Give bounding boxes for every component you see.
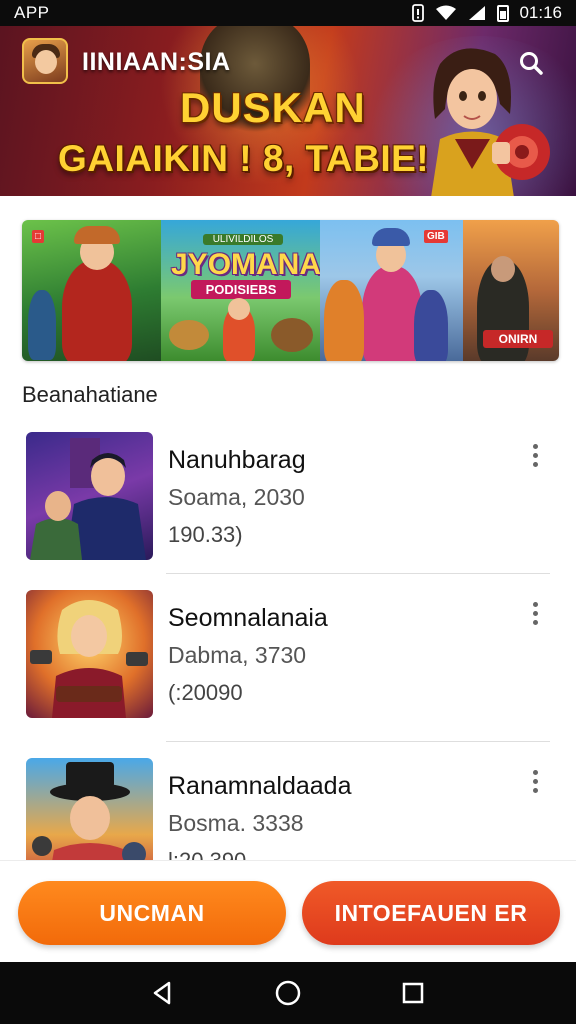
more-vertical-icon[interactable] [524,598,546,628]
featured-carousel[interactable]: □ ULIVILDILOS JYOMANA PODISIEBS GIB ONIR… [22,220,559,361]
list-item[interactable]: Seomnalanaia Dabma, 3730 (:20090 [0,580,576,740]
battery-icon [497,4,510,22]
item-count: (:20090 [168,680,243,705]
tile-game-subtitle: PODISIEBS [191,280,291,299]
tile-badge: □ [32,230,45,243]
carousel-tile-3[interactable]: GIB [320,220,463,361]
status-icons: 01:16 [411,3,562,23]
headline-line-1: DUSKAN [180,84,366,131]
thumbnail-art [30,600,148,718]
tile-character-left [324,280,364,361]
more-vertical-icon[interactable] [524,766,546,796]
item-meta: Bosma. 3338 [168,810,304,836]
action-bar: UNCMAN INTOEFAUEN ER [0,860,576,962]
tile-character-right [414,290,448,361]
divider [166,741,550,742]
screen: APP 01:16 IINIAAN:SIA DUSKAN GAIAIKIN ! … [0,0,576,1024]
item-name: Nanuhbarag [168,446,306,474]
recents-button[interactable] [393,973,433,1013]
tile-character-head [228,298,250,320]
tile-character-hair [74,226,120,244]
tile-tag: ONIRN [483,330,553,348]
home-button[interactable] [268,973,308,1013]
divider [166,573,550,574]
primary-action-button[interactable]: UNCMAN [18,881,286,945]
back-icon [153,981,170,1005]
tile-creature [169,320,209,350]
item-name: Ranamnaldaada [168,772,352,800]
secondary-action-button[interactable]: INTOEFAUEN ER [302,881,560,945]
item-meta: Soama, 2030 [168,484,305,510]
header-banner: IINIAAN:SIA DUSKAN GAIAIKIN ! 8, TABIE! [0,26,576,196]
status-app-label: APP [14,3,50,22]
tile-game-title: JYOMANA [171,248,320,281]
tile-character-cap [372,228,410,246]
item-thumbnail [26,590,153,718]
item-name: Seomnalanaia [168,604,328,632]
back-button[interactable] [143,973,183,1013]
more-vertical-icon[interactable] [524,440,546,470]
wifi-icon [436,5,457,20]
carousel-tile-1[interactable]: □ [22,220,161,361]
system-nav-bar [0,962,576,1024]
recents-icon [403,982,424,1004]
item-thumbnail [26,432,153,560]
carousel-tile-2[interactable]: ULIVILDILOS JYOMANA PODISIEBS [161,220,320,361]
home-icon [275,980,301,1006]
app-logo[interactable] [22,38,68,84]
section-title: Beanahatiane [22,382,158,407]
tile-character-head [491,256,515,282]
tile-character-small [28,290,56,360]
app-title: IINIAAN:SIA [82,48,231,76]
tile-badge: GIB [424,230,448,243]
item-count: 190.33) [168,522,243,547]
tile-character [62,260,132,361]
main-content[interactable]: □ ULIVILDILOS JYOMANA PODISIEBS GIB ONIR… [0,196,576,886]
logo-face [35,50,57,74]
headline-line-2: GAIAIKIN ! 8, TABIE! [58,138,430,179]
signal-icon [469,6,486,20]
tile-character [362,266,422,361]
alert-icon [412,4,425,22]
tile-creature [271,318,313,352]
carousel-tile-4[interactable]: ONIRN [463,220,559,361]
status-time: 01:16 [519,3,562,22]
thumbnail-art [30,438,146,560]
status-bar: APP 01:16 [0,0,576,26]
tile-top-label: ULIVILDILOS [203,234,283,245]
item-meta: Dabma, 3730 [168,642,307,668]
list-item[interactable]: Nanuhbarag Soama, 2030 190.33) [0,422,576,582]
